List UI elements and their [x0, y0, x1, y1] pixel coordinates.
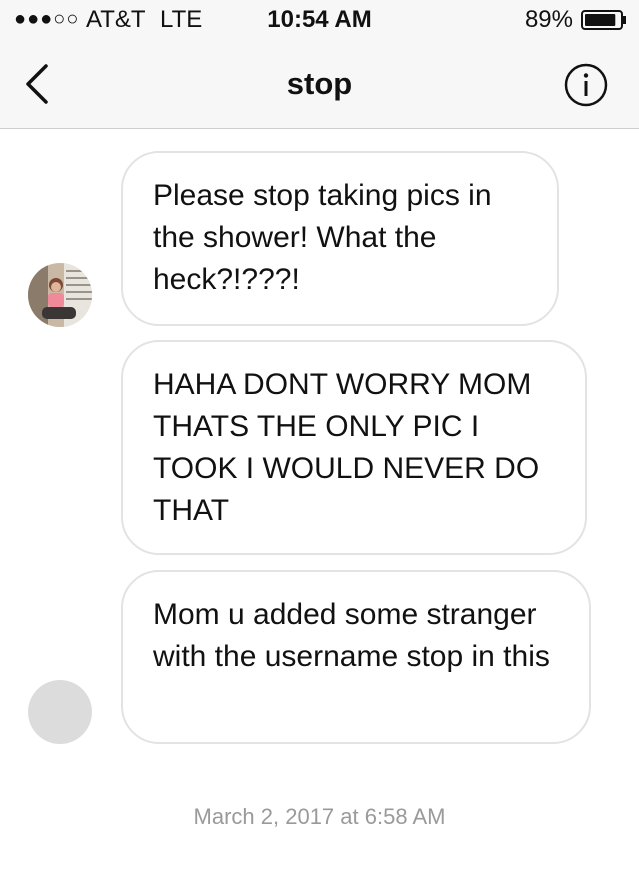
message-bubble[interactable]: Mom u added some stranger with the usern…: [121, 570, 591, 744]
message-timestamp: March 2, 2017 at 6:58 AM: [193, 804, 446, 829]
battery-icon: [581, 10, 626, 30]
sender-avatar[interactable]: [28, 263, 92, 327]
message-bubble[interactable]: Please stop taking pics in the shower! W…: [121, 151, 559, 326]
message-text: Mom u added some stranger with the usern…: [153, 598, 550, 673]
message-text: Please stop taking pics in the shower! W…: [153, 179, 492, 296]
message-text: HAHA DONT WORRY MOM THATS THE ONLY PIC I…: [153, 368, 540, 527]
message-bubble[interactable]: HAHA DONT WORRY MOM THATS THE ONLY PIC I…: [121, 340, 587, 555]
status-bar: ●●●○○ AT&T LTE 10:54 AM 89%: [0, 0, 639, 40]
avatar-photo-image: [28, 263, 92, 327]
info-icon[interactable]: [563, 62, 609, 108]
sender-avatar-placeholder[interactable]: [28, 680, 92, 744]
nav-bar: stop: [0, 40, 639, 129]
conversation-title: stop: [286, 66, 353, 101]
battery-percent: 89%: [524, 6, 573, 33]
